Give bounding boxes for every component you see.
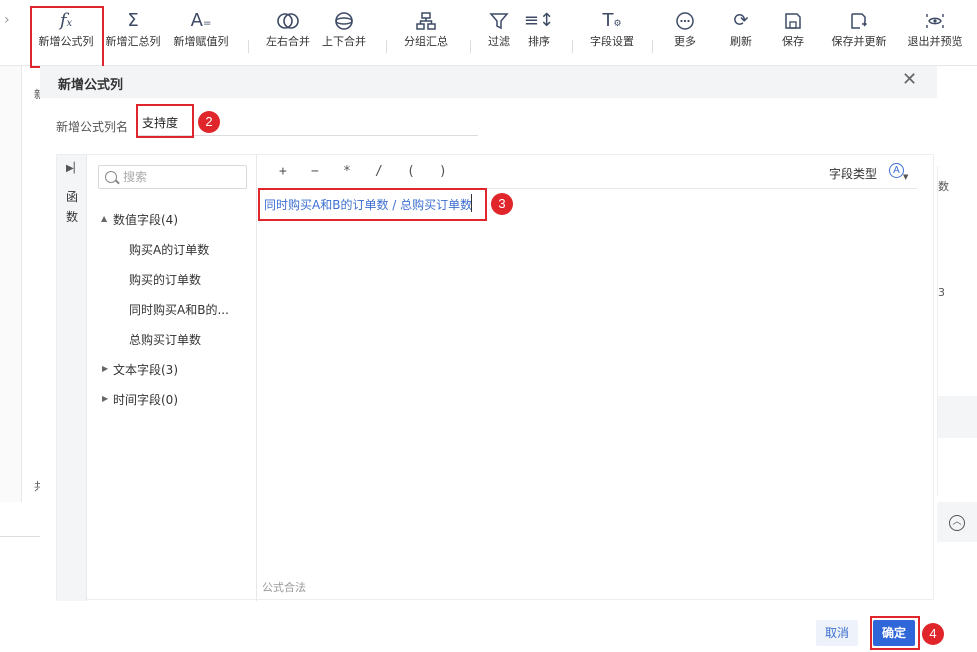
operator-open-paren[interactable]: ( bbox=[407, 164, 415, 179]
divider bbox=[0, 536, 40, 537]
caret-right-icon[interactable]: ▶ bbox=[102, 364, 108, 373]
search-icon bbox=[105, 171, 117, 183]
formula-validation-status: 公式合法 bbox=[262, 581, 306, 594]
highlight-box bbox=[870, 616, 920, 650]
sort-button[interactable]: ≡↕ 排序 bbox=[522, 8, 556, 60]
toolbar-separator bbox=[572, 40, 573, 53]
toolbar-separator bbox=[470, 40, 471, 53]
operator-multiply[interactable]: * bbox=[343, 164, 351, 179]
more-icon bbox=[668, 8, 702, 34]
refresh-icon: ⟳ bbox=[733, 10, 749, 31]
toolbar: › fx 新增公式列 Σ 新增汇总列 A= 新增赋值列 左右合并 上下合并 分组… bbox=[0, 0, 977, 66]
assign-icon: A= bbox=[190, 10, 212, 31]
operator-plus[interactable]: + bbox=[279, 164, 287, 179]
formula-column-dialog: 新增公式列 ✕ 新增公式列名 ▶▏ 函数 ▲ 数值字段(4) 购买A的订单数 购… bbox=[40, 66, 937, 652]
cancel-button[interactable]: 取消 bbox=[816, 620, 858, 646]
collapse-arrow-icon[interactable]: › bbox=[4, 12, 10, 28]
save-update-button[interactable]: 保存并更新 bbox=[826, 8, 892, 60]
more-button[interactable]: 更多 bbox=[668, 8, 702, 60]
field-panel: ▲ 数值字段(4) 购买A的订单数 购买的订单数 同时购买A和B的... 总购买… bbox=[87, 155, 257, 601]
highlight-box bbox=[30, 6, 104, 68]
merge-up-down-button[interactable]: 上下合并 bbox=[318, 8, 370, 60]
highlight-box bbox=[136, 104, 194, 138]
background-fragment: 数 bbox=[938, 180, 949, 193]
step-badge: 2 bbox=[198, 111, 220, 133]
merge-left-right-button[interactable]: 左右合并 bbox=[262, 8, 314, 60]
background-row bbox=[938, 396, 977, 438]
caret-right-icon[interactable]: ▶ bbox=[102, 394, 108, 403]
background-fragment: 3 bbox=[938, 286, 945, 299]
group-summary-button[interactable]: 分组汇总 bbox=[398, 8, 454, 60]
venn-icon bbox=[262, 8, 314, 34]
exit-preview-button[interactable]: 退出并预览 bbox=[902, 8, 968, 60]
tree-item[interactable]: 同时购买A和B的... bbox=[129, 301, 229, 318]
save-button[interactable]: 保存 bbox=[776, 8, 810, 60]
formula-editor: ▶▏ 函数 ▲ 数值字段(4) 购买A的订单数 购买的订单数 同时购买A和B的.… bbox=[56, 154, 934, 601]
field-type-label: 字段类型 bbox=[829, 167, 878, 181]
tree-group-numeric[interactable]: 数值字段(4) bbox=[113, 211, 178, 228]
chevron-down-icon[interactable]: ▼ bbox=[903, 173, 908, 181]
tree-icon bbox=[398, 8, 454, 34]
dialog-title: 新增公式列 bbox=[58, 78, 124, 93]
tree-item[interactable]: 购买的订单数 bbox=[129, 271, 201, 288]
functions-tab[interactable]: ▶▏ 函数 bbox=[57, 155, 87, 601]
caret-down-icon[interactable]: ▲ bbox=[101, 214, 107, 223]
sort-icon: ≡↕ bbox=[523, 10, 555, 31]
column-name-label: 新增公式列名 bbox=[56, 120, 129, 134]
step-badge: 3 bbox=[491, 193, 513, 215]
dialog-header: 新增公式列 ✕ bbox=[40, 66, 937, 98]
search-input[interactable] bbox=[123, 168, 241, 186]
formula-area: + − * / ( ) 字段类型 A ▼ 同时购买A和B的订单数 / 总购买订单… bbox=[257, 155, 933, 601]
add-summary-column-button[interactable]: Σ 新增汇总列 bbox=[102, 8, 164, 60]
save-update-icon bbox=[826, 8, 892, 34]
close-icon[interactable]: ✕ bbox=[902, 69, 917, 90]
left-rail bbox=[0, 66, 22, 502]
operator-divide[interactable]: / bbox=[375, 164, 383, 179]
step-badge: 4 bbox=[922, 623, 944, 645]
refresh-button[interactable]: ⟳ 刷新 bbox=[724, 8, 758, 60]
chevron-up-icon: ︿ bbox=[949, 515, 965, 531]
tree-item[interactable]: 总购买订单数 bbox=[129, 331, 201, 348]
filter-button[interactable]: 过滤 bbox=[482, 8, 516, 60]
field-type-icon[interactable]: A bbox=[889, 163, 904, 178]
operator-bar: + − * / ( ) 字段类型 A ▼ bbox=[257, 155, 917, 189]
field-settings-icon: T⚙ bbox=[602, 10, 622, 31]
functions-tab-label: 函数 bbox=[65, 190, 78, 224]
field-settings-button[interactable]: T⚙ 字段设置 bbox=[584, 8, 640, 60]
tree-group-text[interactable]: 文本字段(3) bbox=[113, 361, 178, 378]
toolbar-separator bbox=[248, 40, 249, 53]
operator-minus[interactable]: − bbox=[311, 164, 319, 179]
scroll-top-button[interactable]: ︿ bbox=[937, 502, 977, 542]
field-search[interactable] bbox=[98, 165, 247, 189]
highlight-box bbox=[258, 188, 487, 221]
background-right-panel: 数 3 bbox=[937, 166, 977, 496]
stack-merge-icon bbox=[318, 8, 370, 34]
toolbar-separator bbox=[652, 40, 653, 53]
filter-icon bbox=[482, 8, 516, 34]
save-icon bbox=[776, 8, 810, 34]
operator-close-paren[interactable]: ) bbox=[439, 164, 447, 179]
toolbar-separator bbox=[386, 40, 387, 53]
tree-item[interactable]: 购买A的订单数 bbox=[129, 241, 209, 258]
eye-icon bbox=[902, 8, 968, 34]
expand-functions-icon[interactable]: ▶▏ bbox=[66, 163, 81, 174]
sigma-icon: Σ bbox=[127, 10, 139, 31]
tree-group-time[interactable]: 时间字段(0) bbox=[113, 391, 178, 408]
add-assign-column-button[interactable]: A= 新增赋值列 bbox=[170, 8, 232, 60]
